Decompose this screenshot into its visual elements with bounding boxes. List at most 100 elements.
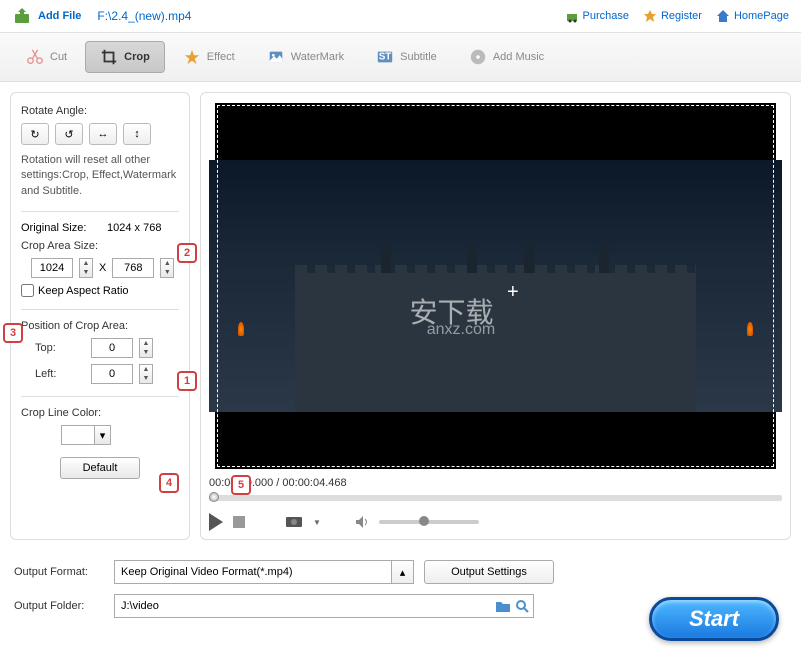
watermark-icon	[267, 48, 285, 66]
homepage-link[interactable]: HomePage	[716, 9, 789, 23]
cart-icon	[565, 9, 579, 23]
chevron-up-icon: ▴	[391, 561, 413, 583]
folder-icon[interactable]	[495, 599, 511, 613]
original-size-value: 1024 x 768	[107, 222, 161, 234]
play-button[interactable]	[209, 513, 223, 531]
callout-3: 3	[3, 323, 23, 343]
volume-thumb[interactable]	[419, 516, 429, 526]
divider	[21, 309, 179, 310]
chevron-down-icon[interactable]: ▼	[313, 518, 321, 527]
home-icon	[716, 9, 730, 23]
tab-crop-label: Crop	[124, 51, 150, 63]
stop-icon	[233, 516, 245, 528]
chevron-down-icon: ▾	[94, 426, 110, 444]
crop-settings-panel: Rotate Angle: ↻ ↺ ↔ ↕ Rotation will rese…	[10, 92, 190, 540]
purchase-link[interactable]: Purchase	[565, 9, 629, 23]
callout-4: 4	[159, 473, 179, 493]
output-folder-input[interactable]: J:\video	[114, 594, 534, 618]
top-label: Top:	[35, 342, 85, 354]
file-path: F:\2.4_(new).mp4	[97, 9, 191, 23]
homepage-label: HomePage	[734, 10, 789, 22]
tab-effect-label: Effect	[207, 51, 235, 63]
rotate-cw-button[interactable]: ↻	[21, 123, 49, 145]
tab-subtitle-label: Subtitle	[400, 51, 437, 63]
left-label: Left:	[35, 368, 85, 380]
callout-2: 2	[177, 243, 197, 263]
original-size-label: Original Size:	[21, 222, 101, 234]
crop-area-size-label: Crop Area Size:	[21, 240, 179, 252]
scene-figure	[467, 245, 477, 273]
play-icon	[209, 513, 223, 531]
crop-left-spinner[interactable]: ▲▼	[139, 364, 153, 384]
progress-bar[interactable]	[209, 495, 782, 501]
divider	[21, 396, 179, 397]
volume-slider[interactable]	[379, 520, 479, 524]
start-button[interactable]: Start	[649, 597, 779, 641]
music-icon	[469, 48, 487, 66]
x-separator: X	[99, 262, 106, 274]
scene-figure	[599, 245, 609, 273]
tab-addmusic[interactable]: Add Music	[455, 41, 558, 73]
crop-left-input[interactable]	[91, 364, 133, 384]
tab-watermark-label: WaterMark	[291, 51, 344, 63]
output-folder-value: J:\video	[121, 600, 159, 612]
output-format-select[interactable]: Keep Original Video Format(*.mp4) ▴	[114, 560, 414, 584]
volume-icon[interactable]	[355, 515, 369, 529]
keep-aspect-label: Keep Aspect Ratio	[38, 285, 129, 297]
progress-thumb[interactable]	[209, 492, 219, 502]
callout-5: 5	[231, 475, 251, 495]
stop-button[interactable]	[233, 516, 245, 528]
time-display: 00:00:00.000 / 00:00:04.468	[209, 477, 782, 489]
scene-torch	[747, 322, 753, 336]
snapshot-button[interactable]	[285, 514, 303, 531]
star-icon	[643, 9, 657, 23]
video-frame: + 安下载 anxz.com	[209, 160, 782, 412]
default-button[interactable]: Default	[60, 457, 140, 479]
crop-top-input[interactable]	[91, 338, 133, 358]
tab-subtitle[interactable]: ST Subtitle	[362, 41, 451, 73]
add-file-button[interactable]: Add File	[12, 6, 81, 26]
crop-line-color-label: Crop Line Color:	[21, 407, 179, 419]
tab-watermark[interactable]: WaterMark	[253, 41, 358, 73]
callout-1: 1	[177, 371, 197, 391]
top-bar: Add File F:\2.4_(new).mp4 Purchase Regis…	[0, 0, 801, 33]
tab-cut[interactable]: Cut	[12, 41, 81, 73]
crop-line-color-select[interactable]: ▾	[61, 425, 111, 445]
crop-width-input[interactable]	[31, 258, 73, 278]
output-folder-label: Output Folder:	[14, 600, 104, 612]
register-link[interactable]: Register	[643, 9, 702, 23]
rotate-angle-label: Rotate Angle:	[21, 105, 179, 117]
output-settings-button[interactable]: Output Settings	[424, 560, 554, 584]
color-swatch	[62, 426, 94, 444]
effect-icon	[183, 48, 201, 66]
preview-panel: + 安下载 anxz.com 00:00:00.000 / 00:00:04.4…	[200, 92, 791, 540]
rotation-hint: Rotation will reset all other settings:C…	[21, 153, 179, 199]
tab-effect[interactable]: Effect	[169, 41, 249, 73]
top-bar-right: Purchase Register HomePage	[565, 9, 790, 23]
rotate-ccw-button[interactable]: ↺	[55, 123, 83, 145]
playback-controls: ▼	[209, 513, 782, 531]
scissors-icon	[26, 48, 44, 66]
flip-horizontal-button[interactable]: ↔	[89, 123, 117, 145]
crop-width-spinner[interactable]: ▲▼	[79, 258, 93, 278]
main-area: Rotate Angle: ↻ ↺ ↔ ↕ Rotation will rese…	[0, 82, 801, 550]
flip-vertical-button[interactable]: ↕	[123, 123, 151, 145]
subtitle-icon: ST	[376, 48, 394, 66]
position-label: Position of Crop Area:	[21, 320, 179, 332]
register-label: Register	[661, 10, 702, 22]
add-file-label: Add File	[38, 10, 81, 22]
scene-torch	[238, 322, 244, 336]
watermark-sub: anxz.com	[427, 321, 495, 339]
add-file-icon	[12, 6, 32, 26]
keep-aspect-checkbox[interactable]	[21, 284, 34, 297]
search-icon[interactable]	[515, 599, 529, 613]
video-preview[interactable]: + 安下载 anxz.com	[209, 101, 782, 471]
tab-addmusic-label: Add Music	[493, 51, 544, 63]
crop-top-spinner[interactable]: ▲▼	[139, 338, 153, 358]
tab-cut-label: Cut	[50, 51, 67, 63]
crop-height-input[interactable]	[112, 258, 154, 278]
crosshair-icon: +	[507, 281, 519, 304]
tab-crop[interactable]: Crop	[85, 41, 165, 73]
crop-height-spinner[interactable]: ▲▼	[160, 258, 174, 278]
svg-text:ST: ST	[379, 52, 392, 63]
